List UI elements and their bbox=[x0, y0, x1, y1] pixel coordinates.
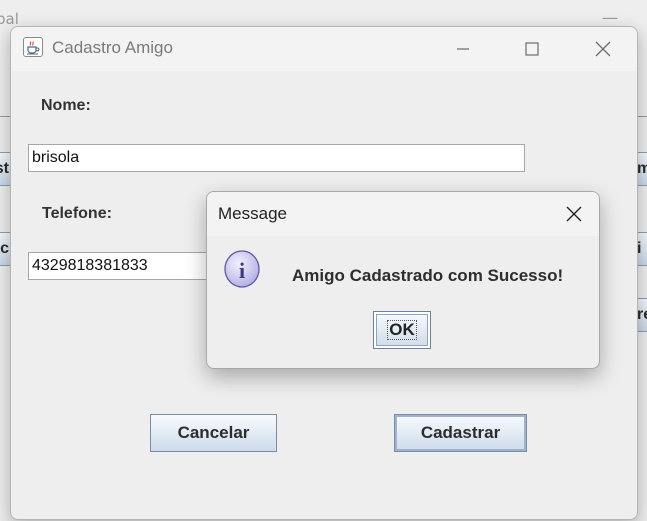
close-icon[interactable] bbox=[591, 37, 615, 61]
svg-text:i: i bbox=[239, 258, 245, 283]
nome-label: Nome: bbox=[41, 97, 91, 114]
information-icon: i bbox=[221, 248, 265, 292]
message-text: Amigo Cadastrado com Sucesso! bbox=[292, 266, 564, 285]
message-dialog-title: Message bbox=[218, 204, 287, 223]
message-dialog: Message i Amigo Cadastrado com Sucesso! … bbox=[206, 191, 600, 369]
close-icon[interactable] bbox=[562, 202, 586, 226]
java-coffee-icon bbox=[23, 37, 43, 57]
message-title-bar: Message bbox=[207, 192, 599, 236]
cadastrar-button[interactable]: Cadastrar bbox=[394, 414, 527, 452]
window-title: Cadastro Amigo bbox=[52, 38, 173, 57]
nome-field[interactable] bbox=[28, 144, 525, 172]
ok-button-label: OK bbox=[387, 320, 417, 340]
cancel-button[interactable]: Cancelar bbox=[150, 414, 277, 452]
maximize-icon[interactable] bbox=[520, 37, 544, 61]
background-minimize-icon[interactable]: — bbox=[602, 8, 618, 27]
minimize-icon[interactable] bbox=[451, 37, 475, 61]
telefone-label: Telefone: bbox=[42, 205, 112, 222]
title-bar: Cadastro Amigo bbox=[11, 27, 637, 71]
ok-button[interactable]: OK bbox=[373, 311, 431, 349]
